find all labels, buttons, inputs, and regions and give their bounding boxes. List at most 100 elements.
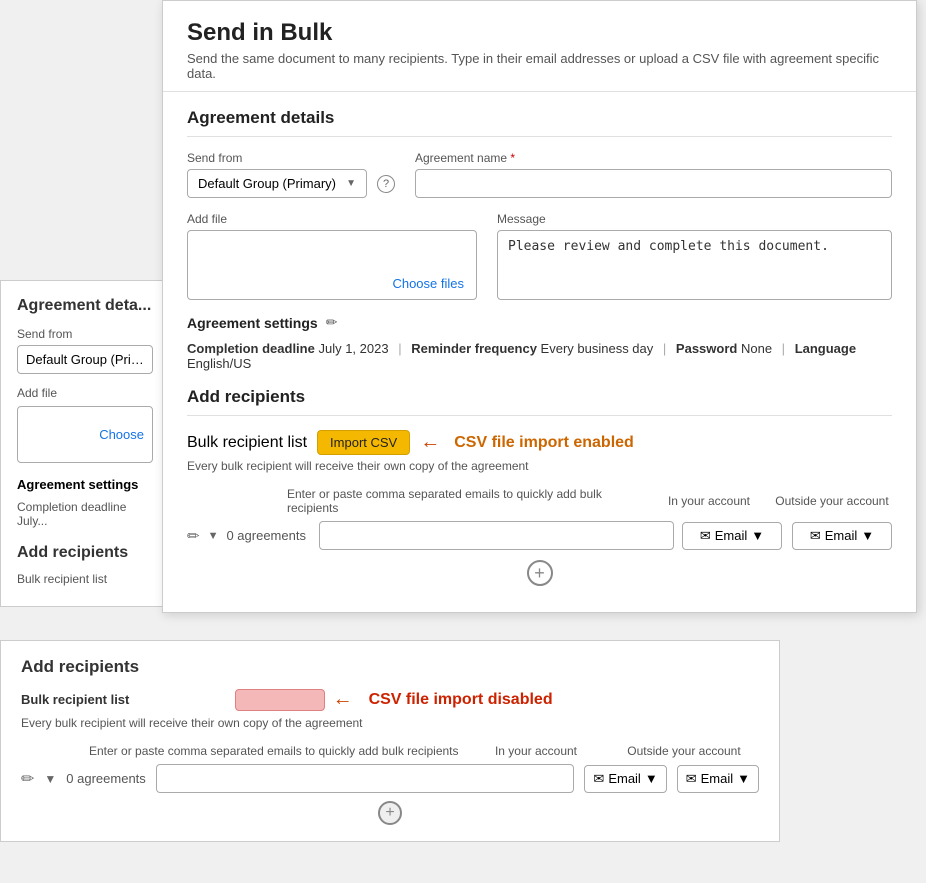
modal-envelope-out-icon: ✉ [810, 528, 821, 544]
password-value: None [741, 341, 772, 356]
csv-arrow-icon: ← [420, 431, 440, 454]
modal-add-recipient-btn[interactable]: + [527, 560, 553, 586]
agreement-settings-edit-icon[interactable]: ✏ [326, 314, 338, 331]
bg-send-from-label: Send from [17, 327, 153, 341]
bg-choose-area: Choose [17, 406, 153, 463]
add-file-label: Add file [187, 212, 477, 226]
bg-bottom-envelope-in-icon: ✉ [593, 771, 604, 787]
send-from-select[interactable]: Default Group (Primary) ▼ [187, 169, 367, 198]
modal-header: Send in Bulk Send the same document to m… [163, 1, 916, 92]
csv-disabled-label: CSV file import disabled [369, 691, 553, 709]
bg-deadline-label: Completion deadline [17, 500, 126, 514]
import-csv-disabled-placeholder [235, 689, 325, 711]
bg-bottom-outside-email-btn[interactable]: ✉ Email ▼ [677, 765, 759, 793]
bg-bottom-email-input[interactable] [156, 764, 575, 793]
modal-chevron-icon[interactable]: ▼ [208, 530, 219, 542]
bg-bottom-email-label-out: Email [701, 771, 734, 786]
modal-pen-icon[interactable]: ✏ [187, 527, 200, 545]
modal-title: Send in Bulk [187, 19, 892, 47]
sep3: | [782, 341, 785, 356]
modal-email-input[interactable] [319, 521, 674, 550]
modal-subtitle: Send the same document to many recipient… [187, 51, 892, 81]
bg-bulk-label: Bulk recipient list [17, 572, 153, 586]
bg-bottom-in-account-email-btn[interactable]: ✉ Email ▼ [584, 765, 666, 793]
background-bottom-section: Add recipients Bulk recipient list Impor… [0, 640, 780, 842]
bg-send-from-select[interactable]: Default Group (Primary) [17, 345, 153, 374]
bg-add-recipients-heading: Add recipients [17, 544, 153, 562]
bg-bottom-recipient-row: ✏ ▼ 0 agreements ✉ Email ▼ ✉ Email ▼ [21, 764, 759, 793]
import-csv-enabled-button[interactable]: Import CSV [317, 430, 410, 455]
agreement-name-label: Agreement name * [415, 151, 892, 165]
bg-choose-files-text: Choose [99, 427, 144, 442]
bg-bottom-pen-icon[interactable]: ✏ [21, 769, 34, 789]
agreement-settings-row: Agreement settings ✏ [187, 314, 892, 331]
bg-bottom-chevron-email-out: ▼ [737, 771, 750, 786]
csv-enabled-label: CSV file import enabled [454, 434, 634, 452]
bg-bottom-chevron-icon[interactable]: ▼ [44, 772, 56, 786]
send-from-label-text: Send from [187, 151, 242, 165]
agreement-settings-details: Completion deadline July 1, 2023 | Remin… [187, 341, 892, 371]
agreement-name-label-text: Agreement name [415, 151, 507, 165]
agreement-details-title: Agreement details [187, 108, 892, 137]
bg-bottom-agreements-count: 0 agreements [66, 771, 146, 786]
language-key: Language [795, 341, 856, 356]
modal-email-label-in: Email [715, 528, 748, 543]
bg-agreement-details-heading: Agreement deta... [17, 297, 153, 315]
password-key: Password [676, 341, 737, 356]
bg-bottom-chevron-email-in: ▼ [645, 771, 658, 786]
file-message-row: Add file Choose files Message Please rev… [187, 212, 892, 300]
reminder-freq-value: Every business day [541, 341, 654, 356]
background-panel: Agreement deta... Send from Default Grou… [0, 280, 170, 607]
agreement-name-input[interactable] [415, 169, 892, 198]
agreement-name-group: Agreement name * [415, 151, 892, 198]
bulk-recipient-list-label: Bulk recipient list [187, 434, 307, 452]
bg-bottom-outside-label: Outside your account [609, 744, 759, 758]
bg-bottom-email-hint: Enter or paste comma separated emails to… [89, 744, 463, 758]
modal-outside-email-btn[interactable]: ✉ Email ▼ [792, 522, 892, 550]
bg-bottom-envelope-out-icon: ✉ [686, 771, 697, 787]
modal-account-buttons: ✉ Email ▼ ✉ Email ▼ [682, 522, 892, 550]
sep2: | [663, 341, 666, 356]
bg-bottom-plus-btn[interactable]: + [378, 801, 402, 825]
every-copy-text: Every bulk recipient will receive their … [187, 459, 892, 473]
bg-bottom-add-recipients: Add recipients [21, 657, 759, 677]
message-label: Message [497, 212, 892, 226]
add-recipients-title: Add recipients [187, 387, 892, 416]
modal-chevron-in-icon: ▼ [751, 528, 764, 543]
send-from-info-icon[interactable]: ? [377, 175, 395, 193]
modal-recipient-row: ✏ ▼ 0 agreements ✉ Email ▼ ✉ Email ▼ [187, 521, 892, 550]
bg-bottom-bulk-label: Bulk recipient list [21, 692, 129, 707]
modal-chevron-out-icon: ▼ [861, 528, 874, 543]
bg-bottom-every-copy: Every bulk recipient will receive their … [21, 716, 759, 730]
email-hint-text: Enter or paste comma separated emails to… [287, 487, 646, 515]
add-recipients-section: Add recipients Bulk recipient list Impor… [187, 387, 892, 586]
send-in-bulk-modal: Send in Bulk Send the same document to m… [162, 0, 917, 613]
modal-in-account-email-btn[interactable]: ✉ Email ▼ [682, 522, 782, 550]
add-file-area: Choose files [187, 230, 477, 300]
sep1: | [398, 341, 401, 356]
add-file-group: Add file Choose files [187, 212, 477, 300]
completion-deadline-value: July 1, 2023 [318, 341, 388, 356]
completion-deadline-key: Completion deadline [187, 341, 315, 356]
bg-deadline: Completion deadline July... [17, 500, 153, 528]
required-indicator: * [510, 151, 515, 165]
agreement-settings-title: Agreement settings [187, 315, 318, 331]
csv-disabled-arrow-icon: ← [333, 688, 353, 711]
bg-bottom-in-account-label: In your account [471, 744, 601, 758]
modal-email-label-out: Email [825, 528, 858, 543]
outside-col-label: Outside your account [772, 494, 892, 508]
bulk-recipient-list-row: Bulk recipient list Import CSV ← CSV fil… [187, 430, 892, 455]
modal-plus-row: + [187, 560, 892, 586]
send-from-value: Default Group (Primary) [198, 176, 340, 191]
bg-bulk-recipient-row: Bulk recipient list Import CSV ← CSV fil… [21, 687, 759, 712]
modal-agreements-count: 0 agreements [226, 528, 311, 543]
in-your-account-col-label: In your account [654, 494, 764, 508]
message-textarea[interactable]: Please review and complete this document… [497, 230, 892, 300]
send-from-group: Send from Default Group (Primary) ▼ ? [187, 151, 395, 198]
modal-envelope-in-icon: ✉ [700, 528, 711, 544]
bg-add-file-label: Add file [17, 386, 153, 400]
bg-bottom-email-label-in: Email [608, 771, 641, 786]
modal-body: Agreement details Send from Default Grou… [163, 92, 916, 602]
choose-files-button[interactable]: Choose files [392, 276, 464, 291]
bg-settings-label: Agreement settings [17, 477, 153, 492]
